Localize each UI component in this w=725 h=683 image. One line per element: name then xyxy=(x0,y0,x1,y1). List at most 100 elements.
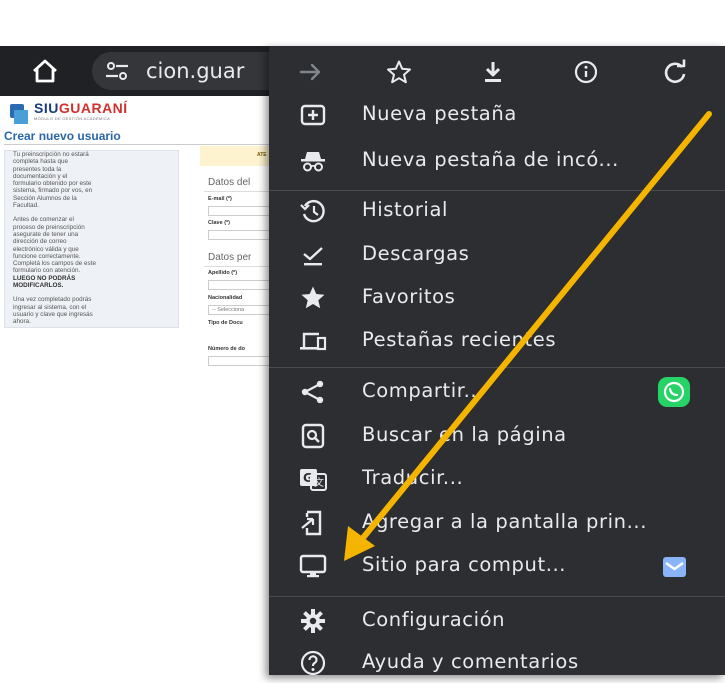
title-divider xyxy=(4,144,272,145)
menu-item-find-in-page[interactable]: Buscar en la página xyxy=(269,416,725,456)
info-line: completa hasta que xyxy=(13,158,68,166)
browser-overflow-menu: Nueva pestaña Nueva pestaña de incó... H… xyxy=(269,46,725,676)
help-icon xyxy=(299,649,327,677)
menu-item-label: Nueva pestaña de incó... xyxy=(362,148,619,171)
incognito-icon xyxy=(299,147,327,175)
document-type-label: Tipo de Docu xyxy=(208,320,243,326)
menu-item-help[interactable]: Ayuda y comentarios xyxy=(269,643,725,683)
menu-item-share[interactable]: Compartir... xyxy=(269,372,725,412)
info-line: documentación y el xyxy=(13,172,68,180)
menu-item-settings[interactable]: Configuración xyxy=(269,601,725,641)
info-line: ingresar al sistema, con el xyxy=(13,303,87,311)
menu-item-label: Pestañas recientes xyxy=(362,328,557,351)
menu-item-desktop-site[interactable]: Sitio para comput... xyxy=(269,546,725,586)
section-account-title: Datos del xyxy=(208,177,251,188)
bookmark-star-icon[interactable] xyxy=(385,59,413,85)
find-in-page-icon xyxy=(299,422,327,450)
svg-text:文: 文 xyxy=(314,476,324,489)
add-to-home-icon xyxy=(299,509,327,537)
url-field[interactable]: cion.guar xyxy=(92,52,292,90)
web-page: SIUGUARANÍ MÓDULO DE GESTIÓN ACADÉMICA C… xyxy=(0,96,280,675)
info-line: funcione correctamente. xyxy=(13,252,81,260)
info-line: Antes de comenzar el xyxy=(13,216,74,224)
history-icon xyxy=(299,197,327,225)
menu-item-label: Sitio para comput... xyxy=(362,553,567,576)
menu-divider xyxy=(269,367,725,368)
info-line: usuario y clave que ingresás xyxy=(13,310,93,318)
info-icon[interactable] xyxy=(572,59,600,85)
logo-part-1: SIU xyxy=(34,100,59,116)
menu-item-bookmarks[interactable]: Favoritos xyxy=(269,278,725,318)
desktop-site-checkbox[interactable] xyxy=(663,557,686,577)
menu-item-label: Compartir... xyxy=(362,379,484,402)
menu-item-recent-tabs[interactable]: Pestañas recientes xyxy=(269,321,725,361)
downloads-icon xyxy=(299,241,327,269)
menu-toolbar xyxy=(269,46,725,96)
info-line: sistema, firmado por vos, en xyxy=(13,187,93,195)
forward-icon[interactable] xyxy=(297,59,325,85)
menu-item-label: Nueva pestaña xyxy=(362,102,517,125)
menu-item-translate[interactable]: G文 Traducir... xyxy=(269,459,725,499)
url-text: cion.guar xyxy=(146,59,245,83)
document-number-label: Número de do xyxy=(208,346,245,352)
password-label: Clave (*) xyxy=(208,220,231,226)
email-label: E-mail (*) xyxy=(208,196,232,202)
warning-banner: ATE xyxy=(200,146,280,166)
info-line: LUEGO NO PODRÁS xyxy=(13,274,76,282)
menu-item-add-to-home[interactable]: Agregar a la pantalla prin... xyxy=(269,503,725,543)
desktop-icon xyxy=(299,552,327,580)
info-line: formulario con atención. xyxy=(13,267,81,275)
menu-divider xyxy=(269,596,725,597)
menu-item-downloads[interactable]: Descargas xyxy=(269,235,725,275)
nationality-label: Nacionalidad xyxy=(208,295,243,301)
info-line: MODIFICARLOS. xyxy=(13,282,64,290)
home-icon[interactable] xyxy=(30,58,60,84)
info-line: electrónico válida y que xyxy=(13,245,79,253)
info-line: proceso de preinscripción xyxy=(13,223,85,231)
info-panel: Tu preinscripción no estará completa hast… xyxy=(4,150,179,328)
info-text: Tu preinscripción no estará completa hast… xyxy=(13,151,173,326)
menu-item-label: Ayuda y comentarios xyxy=(362,650,579,673)
menu-item-label: Descargas xyxy=(362,242,470,265)
section-personal-title: Datos per xyxy=(208,252,252,263)
surname-label: Apellido (*) xyxy=(208,270,238,276)
info-line: asegurate de tener una xyxy=(13,230,79,238)
menu-item-history[interactable]: Historial xyxy=(269,191,725,231)
info-line: Sección Alumnos de la xyxy=(13,194,77,202)
new-tab-icon xyxy=(299,101,327,129)
info-line: formulario obtenido por este xyxy=(13,180,92,188)
recent-tabs-icon xyxy=(299,327,327,355)
info-line: Completá los campos de este xyxy=(13,260,96,268)
logo-subtitle: MÓDULO DE GESTIÓN ACADÉMICA xyxy=(34,116,111,121)
page-title: Crear nuevo usuario xyxy=(4,129,121,143)
info-line: presentes toda la xyxy=(13,165,62,173)
warning-banner-text: ATE xyxy=(257,152,267,158)
info-line: Facultad. xyxy=(13,202,39,210)
translate-icon: G文 xyxy=(299,465,327,493)
site-logo: SIUGUARANÍ xyxy=(34,100,128,116)
menu-item-incognito-tab[interactable]: Nueva pestaña de incó... xyxy=(269,141,725,181)
info-line: Tu preinscripción no estará xyxy=(13,151,89,158)
whatsapp-icon[interactable] xyxy=(657,376,691,408)
share-icon xyxy=(299,378,327,406)
download-icon[interactable] xyxy=(479,59,507,85)
menu-item-label: Buscar en la página xyxy=(362,423,567,446)
reload-icon[interactable] xyxy=(661,59,689,85)
menu-item-new-tab[interactable]: Nueva pestaña xyxy=(269,95,725,135)
siu-logo-icon xyxy=(10,104,28,124)
menu-item-label: Agregar a la pantalla prin... xyxy=(362,510,647,533)
menu-item-label: Favoritos xyxy=(362,285,456,308)
menu-item-label: Historial xyxy=(362,198,449,221)
info-line: Una vez completado podrás xyxy=(13,296,92,304)
menu-item-label: Traducir... xyxy=(362,466,464,489)
info-line: ahora. xyxy=(13,318,31,326)
star-icon xyxy=(299,284,327,312)
settings-gear-icon xyxy=(299,607,327,635)
info-line: dirección de correo xyxy=(13,238,67,246)
nationality-select-value: -- Selecciona xyxy=(212,307,245,313)
logo-part-2: GUARANÍ xyxy=(58,100,128,116)
site-settings-icon[interactable] xyxy=(104,60,130,82)
menu-item-label: Configuración xyxy=(362,608,506,631)
